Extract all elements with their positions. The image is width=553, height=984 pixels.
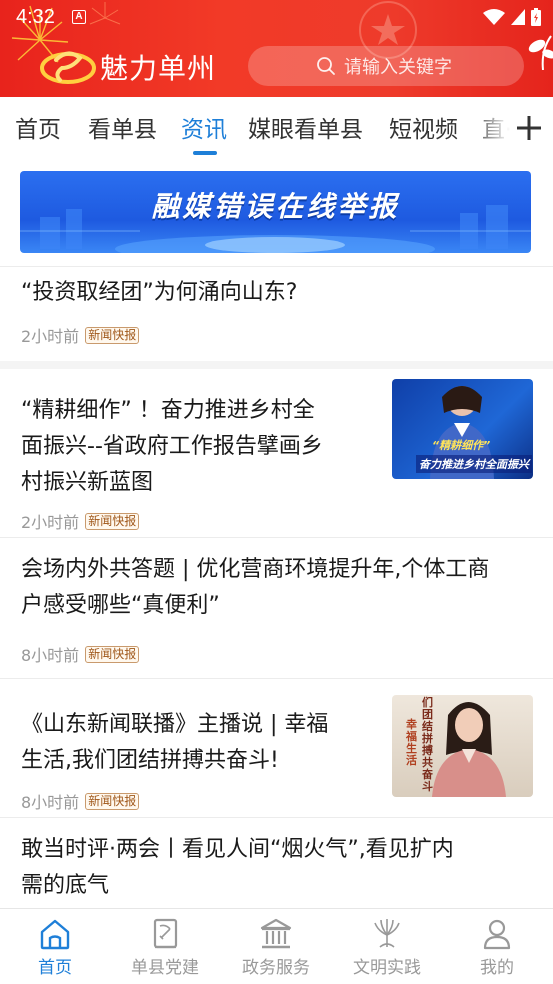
news-title: 会场内外共答题 | 优化营商环境提升年,个体工商 户感受哪些“真便利” bbox=[21, 552, 541, 624]
tab-home[interactable]: 首页 bbox=[15, 110, 61, 144]
thumb-caption: 奋力推进乡村全面振兴 bbox=[416, 455, 532, 473]
search-placeholder: 请输入关键字 bbox=[344, 57, 452, 78]
tab-see-shanxian[interactable]: 看单县 bbox=[88, 110, 157, 144]
news-time: 2小时前 bbox=[21, 513, 80, 532]
nav-civilization-practice[interactable]: 文明实践 bbox=[332, 917, 442, 978]
news-title-line: 村振兴新蓝图 bbox=[21, 470, 154, 495]
nav-label: 首页 bbox=[38, 958, 72, 978]
plant-decoration bbox=[528, 35, 553, 70]
nav-label: 政务服务 bbox=[242, 958, 310, 978]
thumb-caption: 们团结拼搏共奋斗 bbox=[422, 696, 433, 793]
nav-mine[interactable]: 我的 bbox=[442, 917, 552, 978]
news-title-line: 户感受哪些“真便利” bbox=[21, 593, 220, 618]
tab-short-video[interactable]: 短视频 bbox=[389, 110, 458, 144]
search-icon bbox=[317, 57, 335, 75]
news-tag-badge: 新闻快报 bbox=[85, 792, 140, 810]
news-title: 敢当时评·两会丨看见人间“烟火气”,看见扩内 需的底气 bbox=[21, 832, 541, 904]
news-meta: 8小时前 新闻快报 bbox=[21, 642, 140, 666]
party-book-icon bbox=[153, 918, 178, 949]
news-title: 《山东新闻联播》主播说 | 幸福 生活,我们团结拼搏共奋斗! bbox=[21, 707, 371, 779]
nav-party-building[interactable]: 单县党建 bbox=[110, 917, 220, 978]
news-title: “投资取经团”为何涌向山东? bbox=[21, 280, 298, 305]
user-icon bbox=[483, 919, 511, 950]
banner-title: 融媒错误在线举报 bbox=[151, 190, 400, 223]
government-building-icon bbox=[260, 918, 292, 949]
nav-label: 单县党建 bbox=[131, 958, 199, 978]
nav-government-services[interactable]: 政务服务 bbox=[221, 917, 331, 978]
news-tag-badge: 新闻快报 bbox=[85, 326, 140, 344]
news-thumbnail: 们团结拼搏共奋斗 幸福生活 bbox=[392, 695, 533, 797]
news-title-line: 面振兴--省政府工作报告擘画乡 bbox=[21, 434, 323, 459]
news-time: 2小时前 bbox=[21, 327, 80, 346]
active-tab-indicator bbox=[193, 151, 217, 155]
app-header: 4:32 A 魅力单州 请输入关键字 bbox=[0, 0, 553, 97]
civilization-emblem-icon bbox=[374, 919, 400, 948]
news-title: “精耕细作” ！奋力推进乡村全 面振兴--省政府工作报告擘画乡 村振兴新蓝图 bbox=[21, 393, 371, 501]
news-meta: 2小时前 新闻快报 bbox=[21, 323, 140, 347]
news-item-2[interactable]: “精耕细作” ！奋力推进乡村全 面振兴--省政府工作报告擘画乡 村振兴新蓝图 2… bbox=[0, 369, 553, 537]
nav-label: 文明实践 bbox=[353, 958, 421, 978]
tab-news[interactable]: 资讯 bbox=[181, 110, 227, 144]
news-time: 8小时前 bbox=[21, 793, 80, 812]
news-item-5[interactable]: 敢当时评·两会丨看见人间“烟火气”,看见扩内 需的底气 bbox=[0, 818, 553, 908]
news-thumbnail: “精耕细作” 奋力推进乡村全面振兴 bbox=[392, 379, 533, 479]
search-bar[interactable]: 请输入关键字 bbox=[248, 46, 524, 86]
nav-home[interactable]: 首页 bbox=[0, 917, 110, 978]
bottom-navigation: 首页 单县党建 政务服务 文明实践 我的 bbox=[0, 908, 553, 984]
app-title: 魅力单州 bbox=[100, 52, 217, 85]
signal-icon bbox=[511, 9, 525, 25]
news-title-line: 生活,我们团结拼搏共奋斗! bbox=[21, 748, 279, 773]
news-title-line: “精耕细作” ！奋力推进乡村全 bbox=[21, 398, 315, 423]
news-title-line: 敢当时评·两会丨看见人间“烟火气”,看见扩内 bbox=[21, 837, 454, 862]
news-title-line: 《山东新闻联播》主播说 | 幸福 bbox=[21, 712, 329, 737]
tab-media-eye[interactable]: 媒眼看单县 bbox=[248, 110, 363, 144]
system-icons bbox=[483, 8, 541, 26]
news-meta: 2小时前 新闻快报 bbox=[21, 509, 140, 533]
status-bar: 4:32 A bbox=[0, 0, 553, 36]
app-logo-icon bbox=[40, 51, 96, 84]
news-item-1[interactable]: “投资取经团”为何涌向山东? 2小时前 新闻快报 bbox=[0, 267, 553, 361]
news-tag-badge: 新闻快报 bbox=[85, 512, 140, 530]
news-title-line: 需的底气 bbox=[21, 873, 110, 898]
thumb-caption: 幸福生活 bbox=[406, 718, 417, 767]
news-tag-badge: 新闻快报 bbox=[85, 645, 140, 663]
news-time: 8小时前 bbox=[21, 646, 80, 665]
nav-label: 我的 bbox=[480, 958, 514, 978]
news-title-line: 会场内外共答题 | 优化营商环境提升年,个体工商 bbox=[21, 557, 490, 582]
wifi-icon bbox=[483, 9, 505, 25]
channel-tabs: 首页 看单县 资讯 媒眼看单县 短视频 直· bbox=[0, 97, 553, 159]
home-icon bbox=[40, 919, 70, 950]
news-meta: 8小时前 新闻快报 bbox=[21, 789, 140, 813]
thumb-caption: “精耕细作” bbox=[432, 439, 491, 452]
add-channel-icon[interactable] bbox=[512, 111, 546, 145]
battery-icon bbox=[531, 8, 541, 26]
list-divider bbox=[0, 361, 553, 369]
news-item-3[interactable]: 会场内外共答题 | 优化营商环境提升年,个体工商 户感受哪些“真便利” 8小时前… bbox=[0, 538, 553, 678]
news-item-4[interactable]: 《山东新闻联播》主播说 | 幸福 生活,我们团结拼搏共奋斗! 8小时前 新闻快报… bbox=[0, 679, 553, 817]
status-time: 4:32 bbox=[16, 6, 55, 28]
notification-a-icon: A bbox=[72, 10, 86, 24]
report-banner[interactable]: 融媒错误在线举报 bbox=[20, 171, 531, 253]
